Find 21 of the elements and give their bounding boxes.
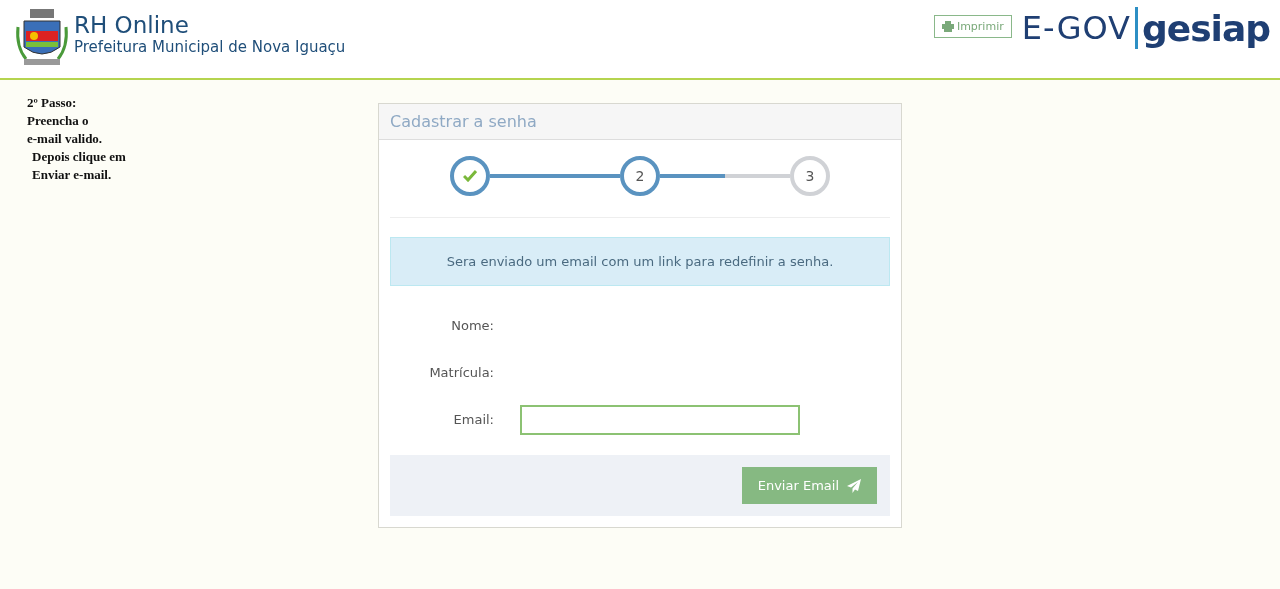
print-button[interactable]: Imprimir (933, 15, 1012, 38)
app-title: RH Online (74, 12, 190, 38)
field-label: Email: (452, 412, 494, 427)
send-email-button[interactable]: Enviar Email (741, 467, 877, 504)
paper-plane-icon (847, 478, 861, 493)
app-subtitle: Prefeitura Municipal de Nova Iguaçu (74, 38, 346, 56)
instruction-text: Preencha o (27, 112, 90, 130)
info-alert: Sera enviado um email com um link para redefinir a senha. (390, 237, 890, 286)
step-circle: 3 (790, 156, 830, 196)
panel-title: Cadastrar a senha (379, 104, 901, 140)
logo-text: gesiap (1142, 7, 1270, 49)
logo-text: E-GOV (1021, 9, 1131, 47)
field-label: Matrícula: (428, 365, 494, 380)
field-label: Nome: (450, 318, 494, 333)
instruction-text: Enviar e-mail. (31, 166, 113, 184)
email-field[interactable] (520, 404, 800, 435)
instruction-text: e-mail valido. (27, 130, 104, 148)
step-circle: 2 (620, 156, 660, 196)
instruction-text: Depois clique em (31, 148, 127, 166)
instruction-text: 2º Passo: (27, 94, 78, 112)
check-icon (463, 170, 477, 182)
